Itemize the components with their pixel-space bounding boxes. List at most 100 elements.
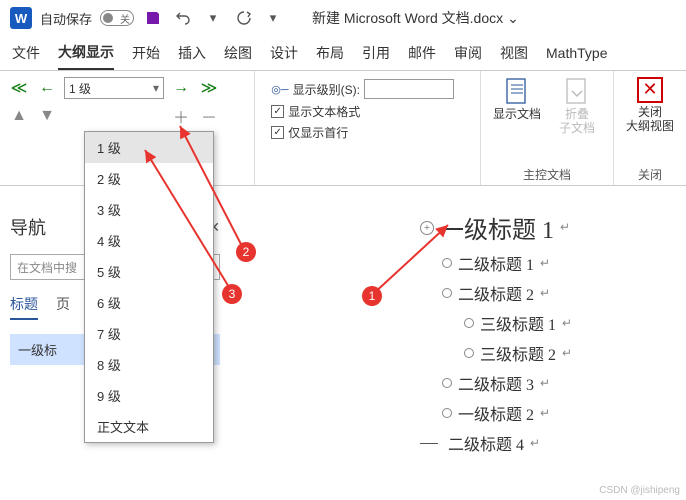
show-document-button[interactable]: 显示文档 [489,77,545,164]
autosave-toggle[interactable]: 关 [100,10,134,26]
promote-top-icon[interactable]: ≪ [8,77,30,99]
outline-level-dropdown[interactable]: 1 级 2 级 3 级 4 级 5 级 6 级 7 级 8 级 9 级 正文文本 [84,131,214,443]
tab-home[interactable]: 开始 [132,37,160,69]
dropdown-item-3[interactable]: 3 级 [85,194,213,225]
title-bar: W 自动保存 关 ▾ ▾ 新建 Microsoft Word 文档.docx ⌄ [0,0,686,36]
qat-customize-icon[interactable]: ▾ [262,7,284,29]
annotation-badge-1: 1 [362,286,382,306]
tab-draw[interactable]: 绘图 [224,37,252,69]
annotation-badge-3: 3 [222,284,242,304]
show-level-select[interactable] [364,79,454,99]
doc-line[interactable]: 二级标题 2 [458,281,534,305]
demote-body-icon[interactable]: ≫ [198,77,220,99]
close-outline-label: 关闭 大纲视图 [626,105,674,134]
show-level-label: 显示级别(S): [293,81,360,98]
doc-line[interactable]: 二级标题 1 [458,251,534,275]
paragraph-mark-icon: ↵ [560,220,570,235]
expand-bullet-icon[interactable]: + [420,221,434,235]
ribbon-tabs: 文件 大纲显示 开始 插入 绘图 设计 布局 引用 邮件 审阅 视图 MathT… [0,36,686,70]
nav-tab-headings[interactable]: 标题 [10,294,38,320]
word-app-icon: W [10,7,32,29]
doc-heading-1[interactable]: 一级标题 1 [440,210,554,245]
document-icon [503,77,531,105]
tab-review[interactable]: 审阅 [454,37,482,69]
collapse-icon[interactable]: － [198,105,220,127]
show-first-line-checkbox[interactable]: ✓ [271,126,284,139]
nav-title: 导航 [10,214,46,240]
ribbon-group-master: 显示文档 折叠 子文档 主控文档 [481,71,614,185]
tab-outline[interactable]: 大纲显示 [58,36,114,70]
doc-line[interactable]: 三级标题 2 [480,341,556,365]
close-icon: ✕ [637,77,663,103]
autosave-label: 自动保存 [40,9,92,28]
tab-layout[interactable]: 布局 [316,37,344,69]
nav-search-placeholder: 在文档中搜 [17,259,77,276]
promote-icon[interactable]: ← [36,77,58,99]
tab-mathtype[interactable]: MathType [546,39,607,67]
document-outline: + 一级标题 1 ↵ 二级标题 1 ↵ 二级标题 2 ↵ 三级标题 1 ↵ 三级标题 … [420,210,572,461]
outline-level-select[interactable]: 1 级 ▾ [64,77,164,99]
group-label-master: 主控文档 [489,164,605,183]
undo-icon[interactable] [172,7,194,29]
paragraph-mark-icon: ↵ [540,406,550,421]
paragraph-mark-icon: ↵ [540,376,550,391]
show-document-label: 显示文档 [493,107,541,121]
dropdown-item-1[interactable]: 1 级 [85,132,213,163]
dropdown-item-8[interactable]: 8 级 [85,349,213,380]
nav-tab-pages[interactable]: 页 [56,294,70,320]
tab-design[interactable]: 设计 [270,37,298,69]
tab-references[interactable]: 引用 [362,37,390,69]
tab-file[interactable]: 文件 [12,37,40,69]
demote-icon[interactable]: → [170,77,192,99]
bullet-icon [442,408,452,418]
document-title[interactable]: 新建 Microsoft Word 文档.docx ⌄ [312,8,519,28]
collapse-subdoc-icon [563,77,591,105]
chevron-down-icon: ▾ [153,81,159,95]
dropdown-item-body[interactable]: 正文文本 [85,411,213,442]
paragraph-mark-icon: ↵ [540,286,550,301]
tab-view[interactable]: 视图 [500,37,528,69]
dropdown-item-7[interactable]: 7 级 [85,318,213,349]
bullet-icon [442,378,452,388]
group-label-close: 关闭 [622,164,678,183]
dropdown-item-2[interactable]: 2 级 [85,163,213,194]
dropdown-item-4[interactable]: 4 级 [85,225,213,256]
show-level-icon: ◎─ [271,83,288,96]
tab-insert[interactable]: 插入 [178,37,206,69]
undo-dropdown-icon[interactable]: ▾ [202,7,224,29]
expand-icon[interactable]: ＋ [170,105,192,127]
bullet-icon [442,258,452,268]
dropdown-item-5[interactable]: 5 级 [85,256,213,287]
tab-mailings[interactable]: 邮件 [408,37,436,69]
document-title-text: 新建 Microsoft Word 文档.docx [312,8,503,28]
redo-icon[interactable] [232,7,254,29]
move-up-icon[interactable]: ▲ [8,105,30,127]
collapse-subdoc-label: 折叠 子文档 [559,107,595,136]
paragraph-mark-icon: ↵ [562,346,572,361]
paragraph-mark-icon: ↵ [530,436,540,451]
ribbon-group-close: ✕ 关闭 大纲视图 关闭 [614,71,686,185]
dropdown-item-6[interactable]: 6 级 [85,287,213,318]
doc-line[interactable]: 一级标题 2 [458,401,534,425]
body-bullet-icon [420,443,438,444]
bullet-icon [442,288,452,298]
show-text-format-checkbox[interactable]: ✓ [271,105,284,118]
doc-line[interactable]: 二级标题 3 [458,371,534,395]
bullet-icon [464,348,474,358]
show-first-line-label: 仅显示首行 [288,124,348,141]
paragraph-mark-icon: ↵ [540,256,550,271]
outline-level-value: 1 级 [69,80,91,97]
doc-line[interactable]: 三级标题 1 [480,311,556,335]
ribbon-group-show: ◎─ 显示级别(S): ✓ 显示文本格式 ✓ 仅显示首行 [255,71,481,185]
close-outline-button[interactable]: ✕ 关闭 大纲视图 [622,77,678,134]
watermark: CSDN @jishipeng [599,485,680,496]
doc-line[interactable]: 二级标题 4 [448,431,524,455]
bullet-icon [464,318,474,328]
move-down-icon[interactable]: ▼ [36,105,58,127]
dropdown-item-9[interactable]: 9 级 [85,380,213,411]
annotation-badge-2: 2 [236,242,256,262]
show-text-format-label: 显示文本格式 [288,103,360,120]
chevron-down-icon: ⌄ [507,10,519,27]
paragraph-mark-icon: ↵ [562,316,572,331]
save-icon[interactable] [142,7,164,29]
